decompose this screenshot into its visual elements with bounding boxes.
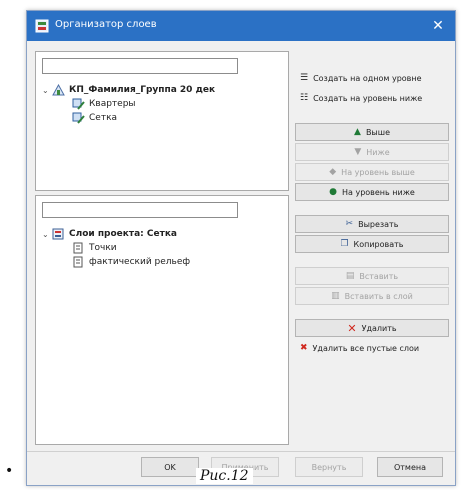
copy-label: Копировать [353, 239, 404, 249]
level-up-label: На уровень выше [341, 167, 415, 177]
layer-label: Сетка [89, 113, 118, 123]
figure-caption: Рис.12 [196, 468, 253, 484]
cut-button[interactable]: ✂ Вырезать [295, 215, 449, 233]
create-level-below-button[interactable]: ☷ Создать на уровень ниже [295, 89, 449, 107]
level-up-button[interactable]: ◆ На уровень выше [295, 163, 449, 181]
new-sublayer-icon: ☷ [300, 93, 309, 103]
window-title: Организатор слоев [55, 19, 157, 30]
layer-organizer-dialog: Организатор слоев ✕ ⌄ КП_Фамилия_Группа … [26, 10, 456, 486]
bullet-mark: • [5, 463, 14, 479]
move-down-button[interactable]: ▼ Ниже [295, 143, 449, 161]
layer-icon [72, 112, 85, 124]
cut-label: Вырезать [358, 219, 399, 229]
ok-button[interactable]: OK [141, 457, 199, 477]
move-down-label: Ниже [366, 147, 390, 157]
arrow-right-icon: ● [329, 187, 337, 197]
paste-into-icon: ▥ [331, 291, 340, 301]
tree-row-sublayer[interactable]: фактический рельеф [72, 256, 190, 268]
arrow-up-icon: ▲ [354, 127, 361, 137]
reset-button[interactable]: Вернуть [295, 457, 363, 477]
copy-button[interactable]: ❐ Копировать [295, 235, 449, 253]
layers-tree-panel: ⌄ Слои проекта: Сетка Точки фактический … [35, 195, 289, 445]
create-level-below-label: Создать на уровень ниже [313, 93, 423, 103]
move-up-label: Выше [365, 127, 390, 137]
delete-button[interactable]: ✕ Удалить [295, 319, 449, 337]
title-bar[interactable]: Организатор слоев ✕ [27, 11, 455, 41]
footer-divider [27, 451, 455, 452]
project-icon [52, 83, 65, 96]
layers-filter-input[interactable] [42, 202, 238, 218]
tree-row-layer[interactable]: Сетка [72, 112, 117, 124]
layer-label: Квартеры [89, 99, 136, 109]
tree-row-project[interactable]: ⌄ КП_Фамилия_Группа 20 дек [42, 83, 216, 96]
delete-empty-label: Удалить все пустые слои [312, 343, 420, 353]
create-same-level-button[interactable]: ☰ Создать на одном уровне [295, 69, 449, 87]
document-icon [72, 242, 85, 254]
tree-row-sublayer[interactable]: Точки [72, 242, 117, 254]
document-icon [72, 256, 85, 268]
level-down-label: На уровень ниже [342, 187, 415, 197]
chevron-down-icon[interactable]: ⌄ [42, 230, 52, 239]
sublayer-label: Точки [89, 243, 117, 253]
move-to-layer-label: Вставить в слой [344, 291, 413, 301]
layer-icon [72, 98, 85, 110]
delete-label: Удалить [361, 323, 397, 333]
ok-label: OK [164, 462, 176, 472]
reset-label: Вернуть [311, 462, 347, 472]
cancel-label: Отмена [393, 462, 427, 472]
arrow-down-icon: ▼ [354, 147, 362, 157]
paste-button[interactable]: ▤ Вставить [295, 267, 449, 285]
paste-icon: ▤ [345, 271, 355, 281]
paste-label: Вставить [359, 271, 399, 281]
chevron-down-icon[interactable]: ⌄ [42, 86, 52, 95]
level-down-button[interactable]: ● На уровень ниже [295, 183, 449, 201]
sublayer-label: фактический рельеф [89, 257, 191, 267]
project-tree-panel: ⌄ КП_Фамилия_Группа 20 дек Квартеры Сетк… [35, 51, 289, 191]
scissors-icon: ✂ [345, 219, 354, 229]
arrow-left-icon: ◆ [329, 167, 337, 177]
tree-row-project-layers[interactable]: ⌄ Слои проекта: Сетка [42, 228, 177, 240]
new-layer-icon: ☰ [300, 73, 309, 83]
create-same-level-label: Создать на одном уровне [313, 73, 422, 83]
delete-empty-button[interactable]: ✖ Удалить все пустые слои [295, 339, 449, 357]
delete-icon: ✕ [347, 321, 357, 335]
cancel-button[interactable]: Отмена [377, 457, 443, 477]
move-up-button[interactable]: ▲ Выше [295, 123, 449, 141]
layers-root-label: Слои проекта: Сетка [69, 229, 178, 239]
copy-icon: ❐ [340, 239, 349, 249]
app-icon [35, 19, 49, 33]
close-icon[interactable]: ✕ [427, 15, 449, 37]
layers-folder-icon [52, 228, 65, 240]
project-filter-input[interactable] [42, 58, 238, 74]
project-root-label: КП_Фамилия_Группа 20 дек [69, 85, 216, 95]
tree-row-layer[interactable]: Квартеры [72, 98, 136, 110]
move-to-layer-button[interactable]: ▥ Вставить в слой [295, 287, 449, 305]
delete-empty-icon: ✖ [300, 343, 308, 353]
